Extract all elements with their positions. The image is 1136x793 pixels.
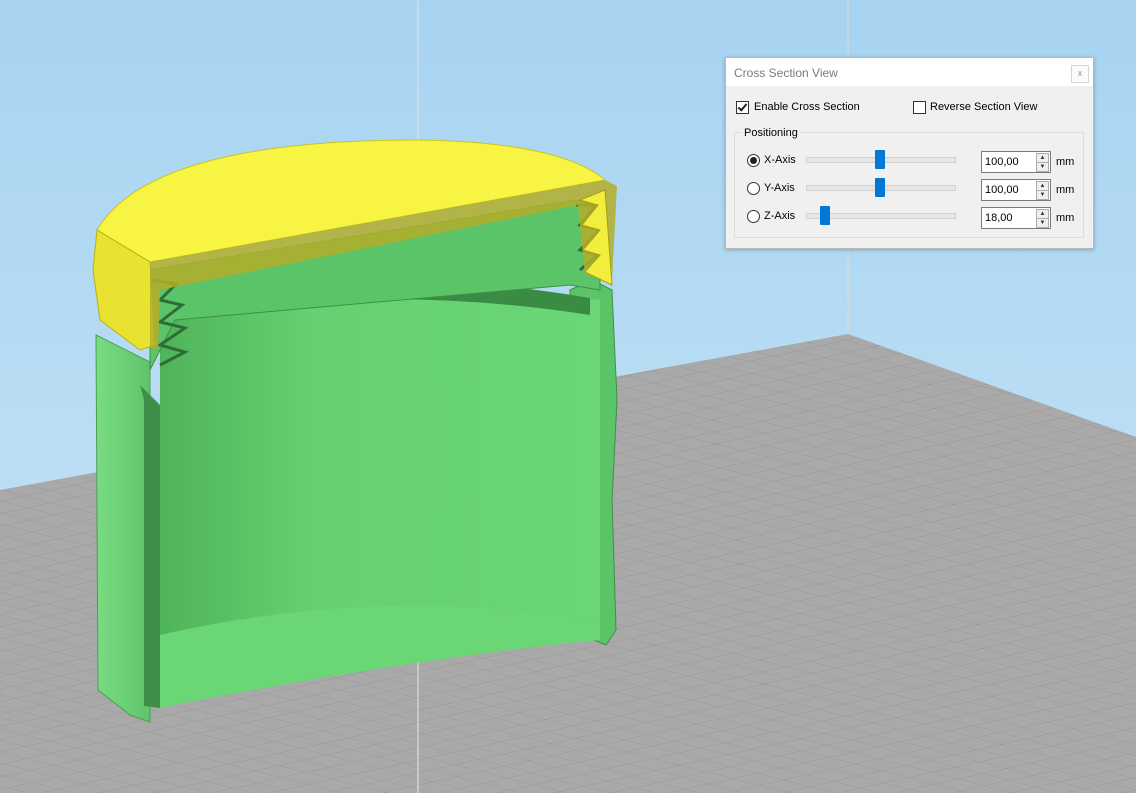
reverse-section-view-checkbox[interactable]	[913, 101, 926, 114]
z-axis-unit: mm	[1056, 212, 1075, 224]
close-button[interactable]: x	[1071, 65, 1089, 83]
x-axis-value[interactable]: 100,00	[985, 156, 1019, 168]
z-axis-value[interactable]: 18,00	[985, 212, 1013, 224]
x-axis-radio[interactable]	[747, 154, 760, 167]
enable-cross-section-checkbox[interactable]	[736, 101, 749, 114]
panel-titlebar[interactable]: Cross Section View x	[726, 58, 1093, 86]
z-axis-radio[interactable]	[747, 210, 760, 223]
x-axis-spinbox[interactable]: 100,00 ▲ ▼	[981, 151, 1051, 173]
x-axis-label[interactable]: X-Axis	[764, 154, 796, 166]
y-axis-unit: mm	[1056, 184, 1075, 196]
panel-title: Cross Section View	[734, 66, 838, 80]
enable-cross-section-label[interactable]: Enable Cross Section	[754, 101, 860, 113]
x-axis-decrement-icon[interactable]: ▼	[1036, 162, 1049, 172]
y-axis-label[interactable]: Y-Axis	[764, 182, 795, 194]
x-axis-unit: mm	[1056, 156, 1075, 168]
positioning-group-title: Positioning	[742, 127, 800, 139]
reverse-section-view-label[interactable]: Reverse Section View	[930, 101, 1037, 113]
y-axis-slider-thumb[interactable]	[875, 178, 885, 197]
x-axis-slider-thumb[interactable]	[875, 150, 885, 169]
z-axis-label[interactable]: Z-Axis	[764, 210, 795, 222]
cross-section-panel[interactable]: Cross Section View x Enable Cross Sectio…	[725, 57, 1094, 249]
z-axis-decrement-icon[interactable]: ▼	[1036, 218, 1049, 228]
model-inner-wall	[160, 291, 600, 635]
y-axis-value[interactable]: 100,00	[985, 184, 1019, 196]
y-axis-spinbox[interactable]: 100,00 ▲ ▼	[981, 179, 1051, 201]
z-axis-spinbox[interactable]: 18,00 ▲ ▼	[981, 207, 1051, 229]
y-axis-decrement-icon[interactable]: ▼	[1036, 190, 1049, 200]
y-axis-radio[interactable]	[747, 182, 760, 195]
z-axis-slider-thumb[interactable]	[820, 206, 830, 225]
model-outer-wall	[95, 334, 151, 723]
